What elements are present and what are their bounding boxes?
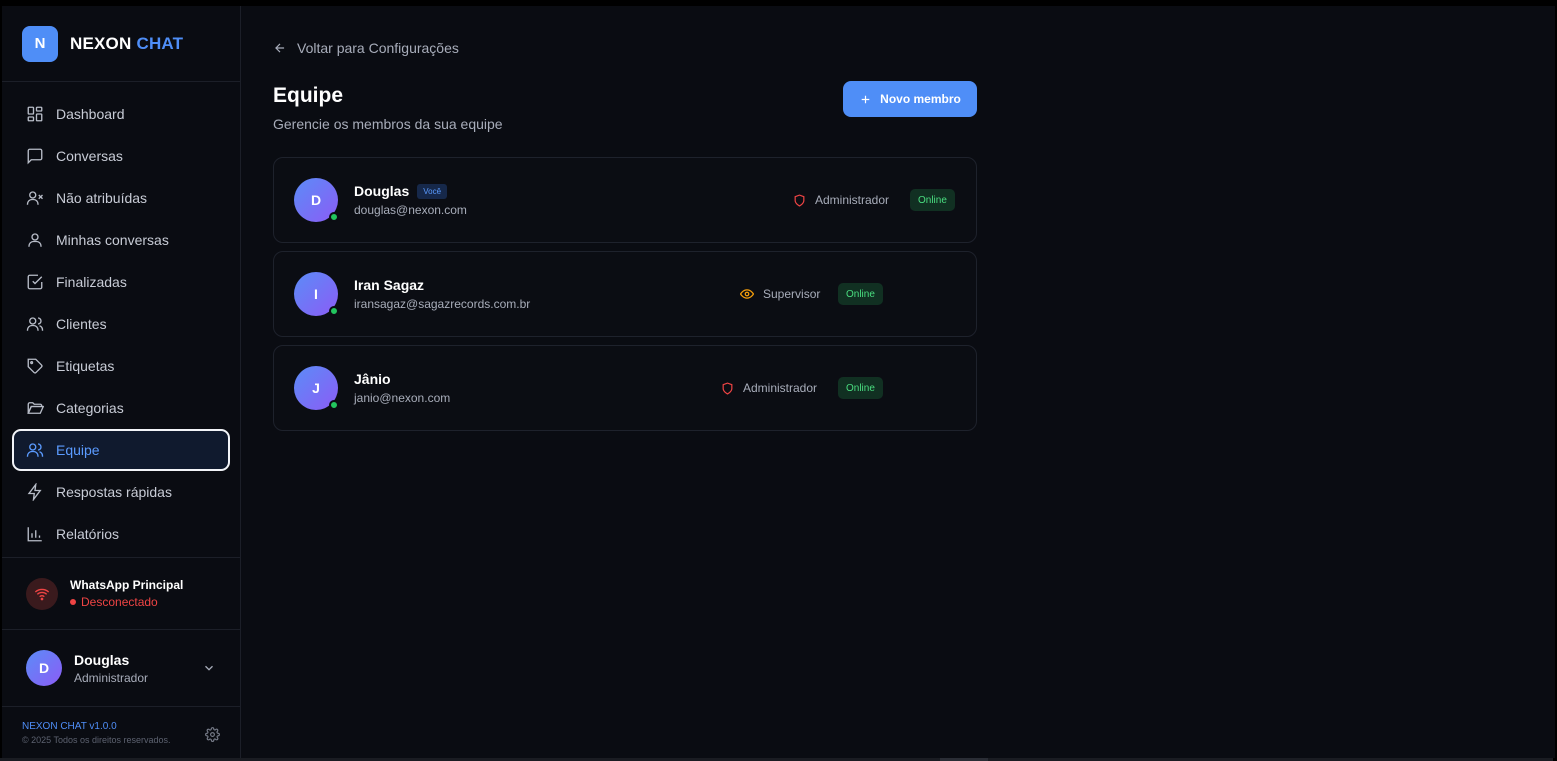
sidebar-footer: NEXON CHAT v1.0.0 © 2025 Todos os direit… (2, 707, 240, 745)
online-dot (329, 306, 339, 316)
whatsapp-status-label: Desconectado (81, 595, 158, 609)
shield-icon (794, 193, 805, 207)
member-list: D Douglas Você douglas@nexon.com Adminis… (273, 157, 977, 439)
sidebar-item-equipe[interactable]: Equipe (12, 429, 230, 471)
member-role-label: Supervisor (763, 287, 821, 301)
user-icon (28, 233, 42, 247)
brand-name-part-1: NEXON (70, 33, 132, 53)
eye-icon (740, 289, 754, 299)
status-dot (70, 599, 76, 605)
member-email: iransagaz@sagazrecords.com.br (354, 297, 531, 311)
wifi-off-icon (26, 577, 58, 610)
member-role-label: Administrador (743, 381, 818, 395)
member-card[interactable]: D Douglas Você douglas@nexon.com Adminis… (273, 157, 977, 243)
member-role: Supervisor (740, 287, 820, 301)
member-email: janio@nexon.com (354, 391, 451, 405)
sidebar-item-label: Respostas rápidas (56, 484, 172, 500)
page-title: Equipe (273, 84, 344, 107)
back-link-label: Voltar para Configurações (297, 40, 459, 56)
sidebar-item-dashboard[interactable]: Dashboard (12, 93, 230, 135)
tag-icon (27, 358, 43, 374)
whatsapp-connection[interactable]: WhatsApp Principal Desconectado (2, 558, 240, 630)
user-x-icon (26, 191, 43, 205)
sidebar-item-label: Equipe (56, 442, 100, 458)
sidebar-item-label: Categorias (56, 400, 124, 416)
brand-logo: N (22, 25, 58, 62)
whatsapp-status: Desconectado (70, 595, 183, 609)
avatar-initial: I (314, 286, 318, 302)
status-badge: Online (910, 189, 955, 211)
sidebar: N NEXON CHAT Dashboard Conversas Não atri… (2, 6, 241, 758)
sidebar-item-label: Minhas conversas (56, 232, 169, 248)
you-badge: Você (417, 183, 448, 199)
user-name: Douglas (74, 651, 130, 668)
bar-chart-icon (27, 527, 42, 542)
avatar-initial: D (310, 192, 322, 208)
page-subtitle: Gerencie os membros da sua equipe (273, 116, 503, 132)
brand-name-part-2: CHAT (136, 33, 184, 53)
sidebar-item-categorias[interactable]: Categorias (12, 387, 230, 429)
back-link[interactable]: Voltar para Configurações (273, 40, 459, 56)
gear-icon[interactable] (205, 727, 220, 742)
whatsapp-title: WhatsApp Principal (70, 578, 184, 592)
member-role-label: Administrador (815, 193, 890, 207)
avatar-initial: J (312, 380, 320, 396)
new-member-label: Novo membro (880, 92, 961, 106)
member-name: Jânio (354, 371, 391, 387)
avatar: J (294, 366, 339, 410)
sidebar-item-finalizadas[interactable]: Finalizadas (12, 261, 230, 303)
app-window: N NEXON CHAT Dashboard Conversas Não atri… (2, 6, 1555, 758)
team-icon (26, 443, 44, 457)
sidebar-item-label: Dashboard (56, 106, 125, 122)
chevron-down-icon[interactable] (202, 661, 216, 675)
sidebar-item-label: Etiquetas (56, 358, 115, 374)
sidebar-nav: Dashboard Conversas Não atribuídas Minha… (2, 82, 240, 555)
sidebar-item-clientes[interactable]: Clientes (12, 303, 230, 345)
member-name: Iran Sagaz (354, 277, 425, 293)
status-badge: Online (838, 377, 883, 399)
sidebar-item-label: Conversas (56, 148, 123, 164)
sidebar-item-label: Finalizadas (56, 274, 127, 290)
avatar: I (294, 272, 339, 316)
check-square-icon (27, 274, 43, 290)
sidebar-item-relatorios[interactable]: Relatórios (12, 513, 230, 555)
shield-icon (722, 381, 733, 395)
sidebar-item-minhas-conversas[interactable]: Minhas conversas (12, 219, 230, 261)
plus-icon (861, 95, 870, 103)
dashboard-icon (27, 106, 43, 122)
brand: N NEXON CHAT (2, 6, 240, 82)
sidebar-item-label: Clientes (56, 316, 107, 332)
member-card[interactable]: I Iran Sagaz iransagaz@sagazrecords.com.… (273, 251, 977, 337)
member-email: douglas@nexon.com (354, 203, 467, 217)
online-dot (329, 400, 339, 410)
sidebar-item-label: Não atribuídas (56, 190, 148, 206)
sidebar-item-respostas-rapidas[interactable]: Respostas rápidas (12, 471, 230, 513)
sidebar-item-conversas[interactable]: Conversas (12, 135, 230, 177)
online-dot (329, 212, 339, 222)
avatar: D (26, 650, 62, 686)
member-card[interactable]: J Jânio janio@nexon.com Administrador On… (273, 345, 977, 431)
new-member-button[interactable]: Novo membro (843, 81, 977, 117)
sidebar-item-label: Relatórios (56, 526, 120, 542)
avatar: D (294, 178, 339, 222)
main-content: Voltar para Configurações Equipe Gerenci… (241, 6, 1555, 758)
folder-icon (27, 402, 44, 414)
message-icon (27, 148, 43, 165)
users-icon (26, 317, 44, 331)
sidebar-item-etiquetas[interactable]: Etiquetas (12, 345, 230, 387)
arrow-left-icon (275, 43, 285, 53)
user-menu[interactable]: D Douglas Administrador (2, 630, 240, 707)
member-role: Administrador (793, 193, 889, 207)
status-badge: Online (838, 283, 883, 305)
member-name: Douglas (354, 183, 410, 199)
member-role: Administrador (721, 381, 817, 395)
brand-name: NEXON CHAT (70, 34, 183, 54)
zap-icon (27, 483, 42, 501)
sidebar-item-nao-atribuidas[interactable]: Não atribuídas (12, 177, 230, 219)
user-role: Administrador (74, 670, 149, 685)
